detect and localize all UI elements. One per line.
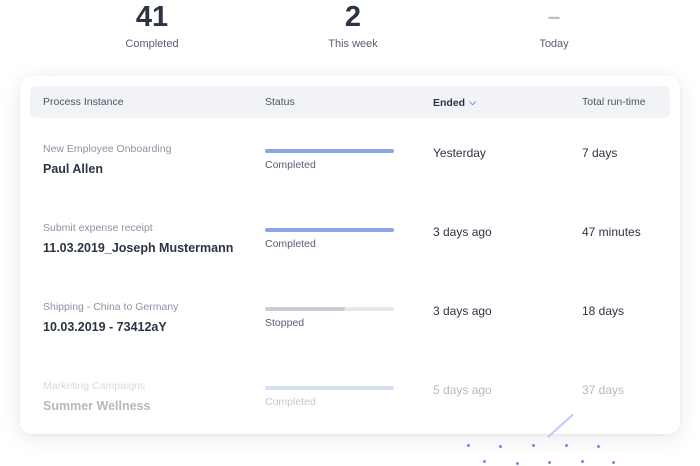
runtime-value: 37 days	[582, 383, 625, 397]
ended-value: 3 days ago	[433, 225, 492, 239]
process-category: Submit expense receipt	[43, 222, 153, 234]
ended-value: 3 days ago	[433, 304, 492, 318]
stat-this-week: 2 This week	[273, 0, 433, 50]
column-header-status[interactable]: Status	[265, 86, 295, 118]
decorative-dot	[612, 461, 615, 464]
table-row[interactable]: Shipping - China to Germany 10.03.2019 -…	[20, 301, 680, 371]
stat-label: This week	[328, 38, 378, 50]
table-row[interactable]: Submit expense receipt 11.03.2019_Joseph…	[20, 222, 680, 292]
table-row[interactable]: New Employee Onboarding Paul Allen Compl…	[20, 143, 680, 213]
decorative-dot	[483, 460, 486, 463]
stat-value: 2	[344, 1, 362, 33]
chevron-down-icon[interactable]: ⌵	[469, 86, 476, 118]
column-header-ended[interactable]: Ended ⌵	[433, 86, 476, 119]
status-progress-bar	[265, 149, 394, 153]
status-text: Completed	[265, 396, 316, 408]
stat-label: Today	[539, 38, 569, 50]
ended-value: Yesterday	[433, 146, 486, 160]
decorative-dot	[532, 444, 535, 447]
stat-value: –	[547, 4, 561, 29]
decorative-dot	[548, 461, 551, 464]
process-name: 11.03.2019_Joseph Mustermann	[43, 241, 234, 255]
status-progress-fill	[265, 307, 345, 311]
decorative-dot	[499, 445, 502, 448]
process-table-card: Process Instance Status Ended ⌵ Total run…	[20, 76, 680, 434]
decorative-dot	[565, 444, 568, 447]
status-text: Completed	[265, 159, 316, 171]
status-progress-fill	[265, 149, 394, 153]
status-progress-fill	[265, 228, 394, 232]
status-progress-fill	[265, 386, 394, 390]
decorative-dot	[597, 445, 600, 448]
stat-label: Completed	[125, 38, 179, 50]
ended-value: 5 days ago	[433, 383, 492, 397]
decorative-dot	[467, 444, 470, 447]
stat-value: 41	[135, 1, 169, 33]
column-header-process[interactable]: Process Instance	[43, 86, 124, 118]
process-category: Marketing Campaigns	[43, 380, 146, 392]
decorative-dot	[516, 462, 519, 465]
process-category: New Employee Onboarding	[43, 143, 172, 155]
runtime-value: 18 days	[582, 304, 625, 318]
runtime-value: 7 days	[582, 146, 618, 160]
process-category: Shipping - China to Germany	[43, 301, 179, 313]
status-progress-bar	[265, 307, 394, 311]
process-name: Paul Allen	[43, 162, 103, 176]
column-header-runtime[interactable]: Total run-time	[582, 86, 646, 118]
process-name: 10.03.2019 - 73412aY	[43, 320, 167, 334]
status-progress-bar	[265, 386, 394, 390]
status-text: Completed	[265, 238, 316, 250]
process-name: Summer Wellness	[43, 399, 151, 413]
table-header: Process Instance Status Ended ⌵ Total run…	[30, 86, 670, 118]
decorative-dot	[581, 460, 584, 463]
status-text: Stopped	[265, 317, 305, 329]
status-progress-bar	[265, 228, 394, 232]
stat-completed: 41 Completed	[72, 0, 232, 50]
decorative-dots	[455, 428, 635, 466]
stats-summary: 41 Completed 2 This week – Today	[0, 0, 700, 60]
stat-today: – Today	[474, 0, 634, 50]
column-header-ended-label: Ended	[433, 97, 466, 109]
runtime-value: 47 minutes	[582, 225, 641, 239]
